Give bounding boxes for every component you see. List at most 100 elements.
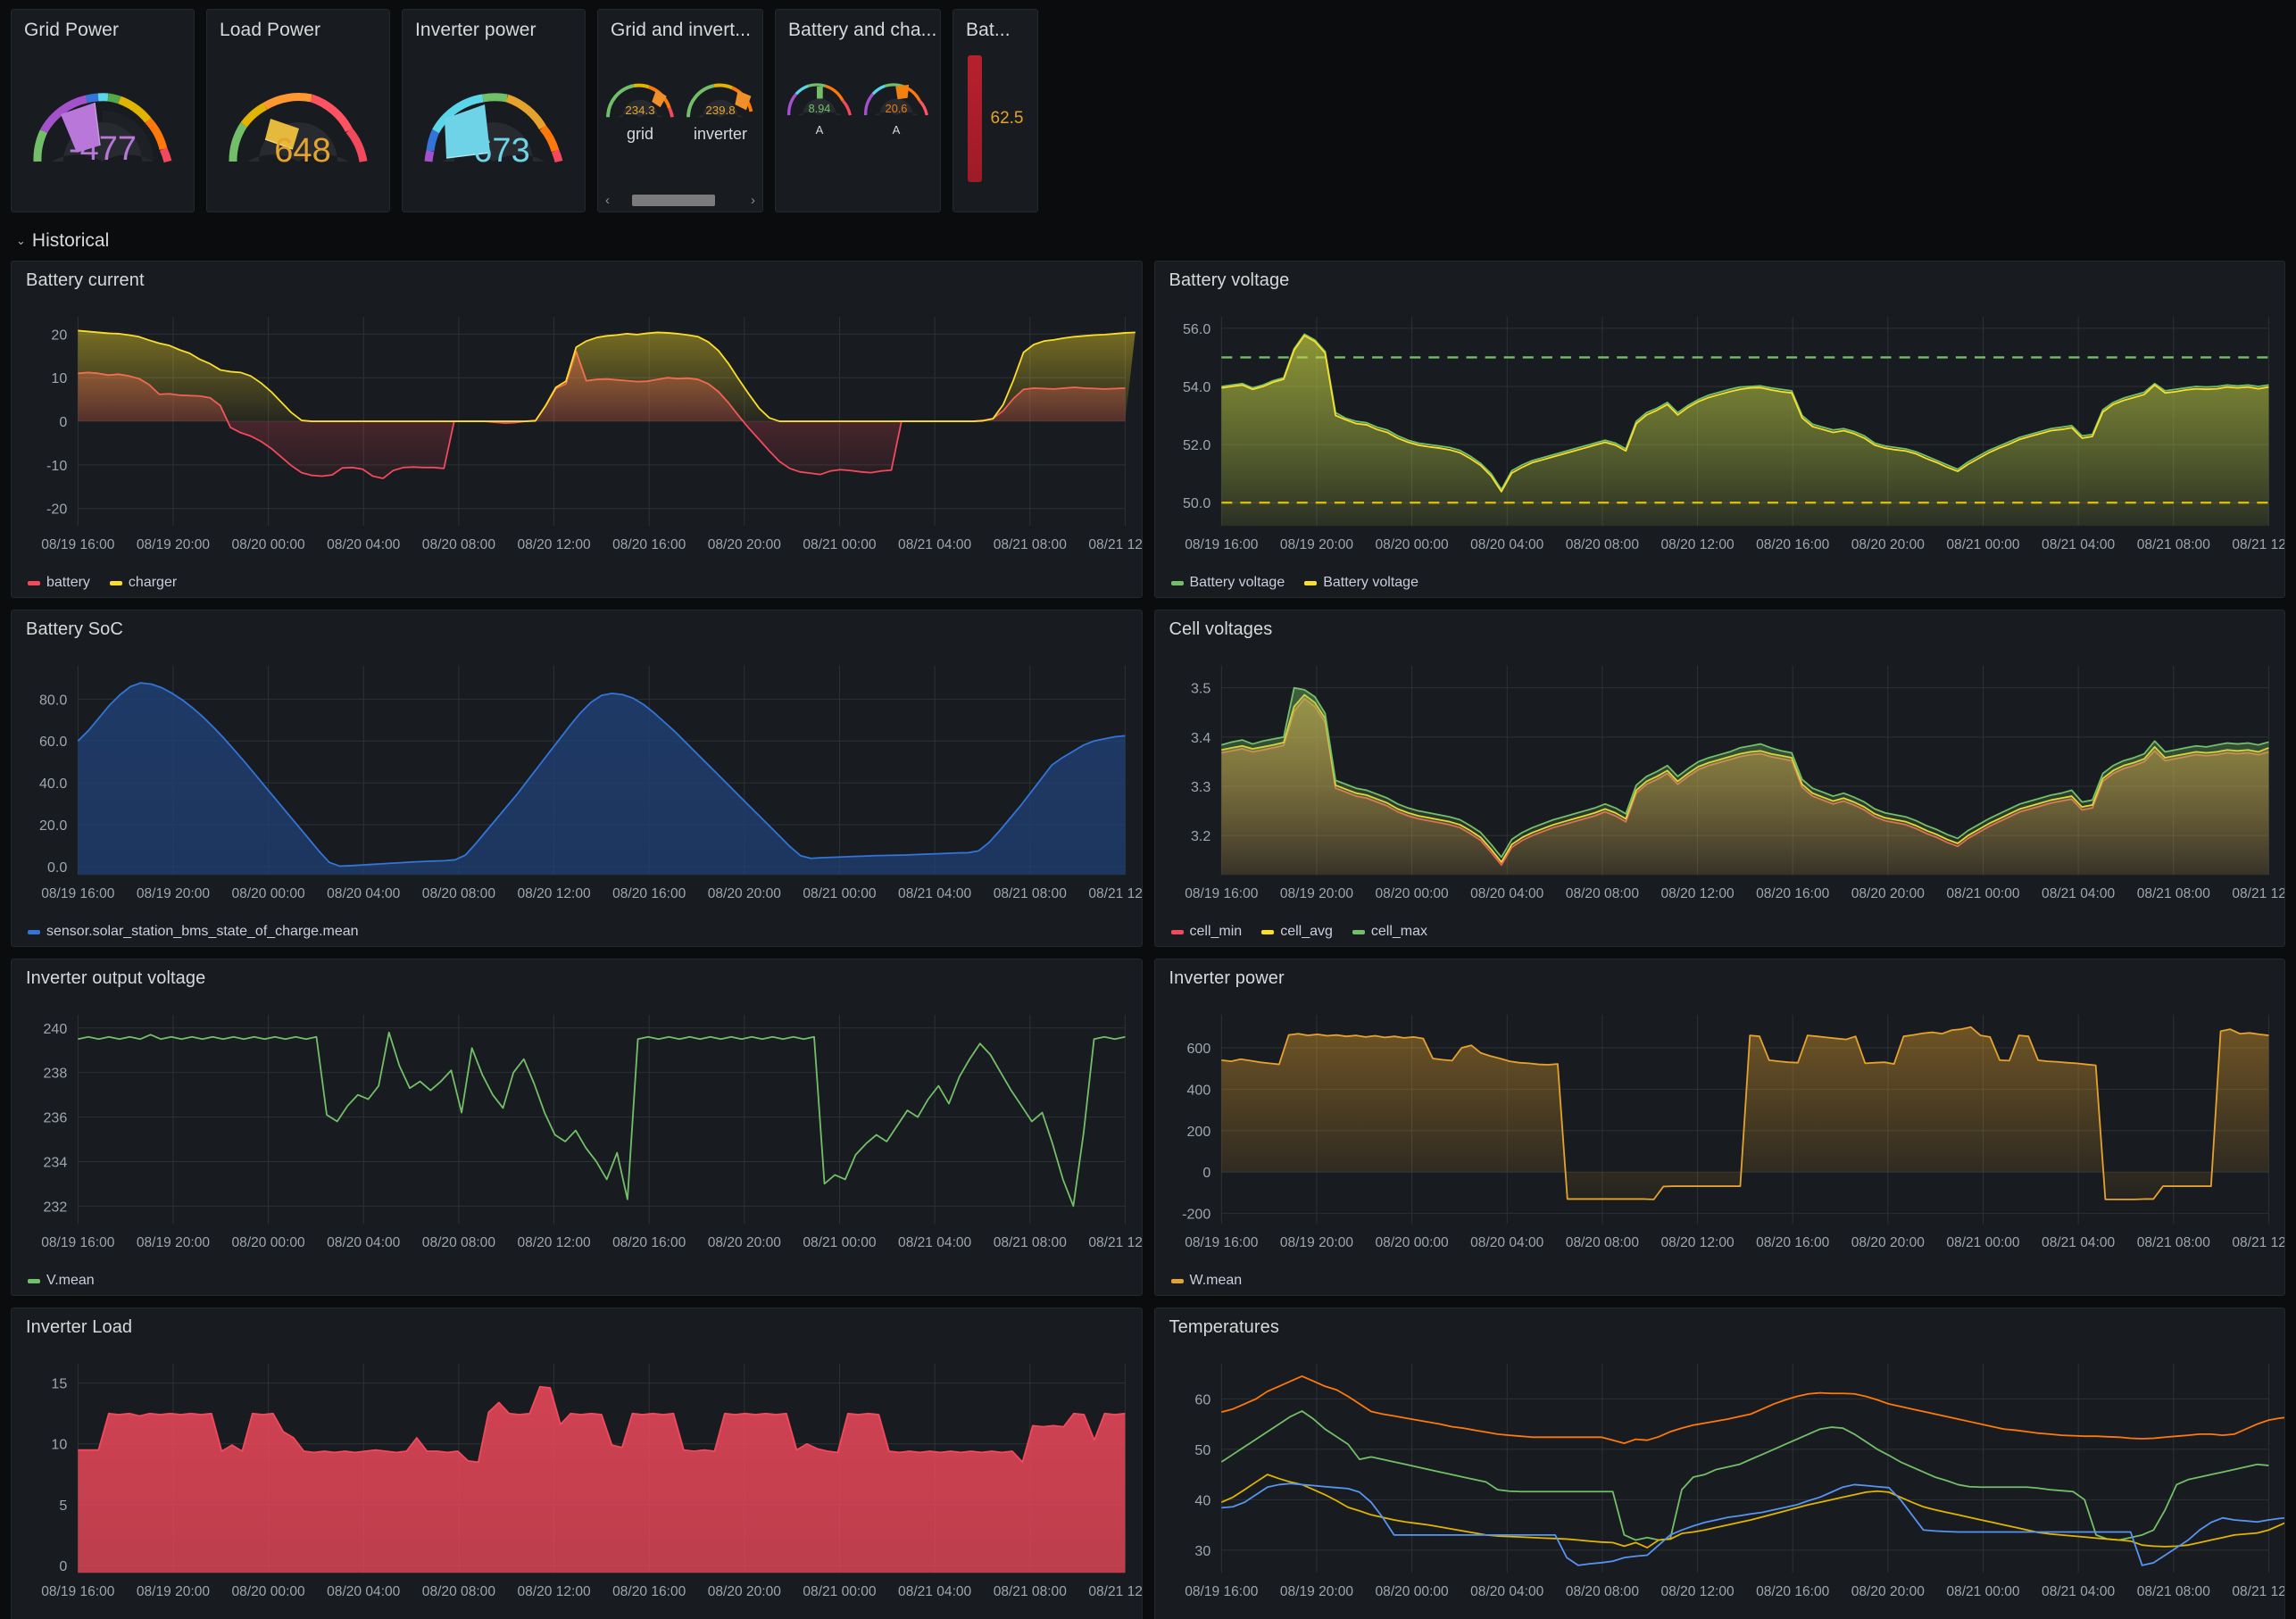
scroll-left-icon[interactable]: ‹ [605,194,610,207]
svg-text:08/20 00:00: 08/20 00:00 [232,1235,305,1250]
svg-text:08/21 12:00: 08/21 12:00 [1088,886,1141,901]
svg-text:08/20 08:00: 08/20 08:00 [422,1235,495,1250]
plot-area[interactable]: 30 40 50 60 08/19 16:00 08/19 20:00 08/20 00:0… [1155,1344,2284,1608]
plot-area[interactable]: -20 -10 0 10 20 08/19 16:00 08/19 20:00 08/20 0… [12,297,1142,561]
svg-text:08/19 20:00: 08/19 20:00 [137,537,210,552]
svg-text:10: 10 [51,371,67,386]
legend-item[interactable]: cell_avg [1261,924,1333,940]
svg-text:0: 0 [59,1559,67,1574]
svg-text:08/20 12:00: 08/20 12:00 [1660,537,1734,552]
panel-inverter-power[interactable]: Inverter power -200 0 200 400 600 08/19 16:00 0… [1153,959,2285,1296]
svg-text:08/20 16:00: 08/20 16:00 [612,537,686,552]
legend-label: Battery voltage [1189,575,1285,590]
plot-area[interactable]: 232 234 236 238 240 08/19 16:00 08/19 20:00 08/… [12,995,1142,1259]
chart-legend: W.mean [1170,1273,1242,1289]
row-header-label: Historical [31,230,110,251]
panel-inverter-load[interactable]: Inverter Load 0 5 10 15 08/19 16:00 08/19 20:0… [11,1308,1143,1619]
svg-text:08/20 00:00: 08/20 00:00 [1375,886,1448,901]
svg-text:08/21 00:00: 08/21 00:00 [1946,537,2019,552]
svg-text:56.0: 56.0 [1183,322,1210,337]
plot-area[interactable]: 0.0 20.0 40.0 60.0 80.0 08/19 16:00 08/19 20:0… [12,646,1142,910]
panel-title-battery-and-charger: Battery and cha... [788,20,937,40]
legend-item[interactable]: charger [109,575,177,591]
panel-load-power[interactable]: Load Power 648 [206,9,390,212]
battery-bar-value: 62.5 [990,109,1024,128]
svg-text:08/20 08:00: 08/20 08:00 [1565,1235,1638,1250]
panel-grid-power[interactable]: Grid Power -477 [11,9,195,212]
legend-item[interactable]: Battery voltage [1170,575,1285,591]
svg-text:08/19 16:00: 08/19 16:00 [1185,1235,1258,1250]
svg-text:08/19 20:00: 08/19 20:00 [1279,886,1352,901]
panel-battery-voltage[interactable]: Battery voltage 50.0 52.0 54.0 56.0 08/19 16:… [1153,261,2285,598]
panel-horizontal-scrollbar[interactable]: ‹ › [605,193,755,207]
legend-item[interactable]: W.mean [1170,1273,1242,1289]
legend-item[interactable]: Battery voltage [1304,575,1418,591]
svg-text:3.3: 3.3 [1190,780,1210,795]
svg-text:08/20 12:00: 08/20 12:00 [517,1235,590,1250]
svg-text:08/20 12:00: 08/20 12:00 [1660,886,1734,901]
svg-text:80.0: 80.0 [39,693,67,708]
battery-mini-gauge-svg: 8.94 [787,83,852,116]
plot-area[interactable]: 0 5 10 15 08/19 16:00 08/19 20:00 08/20 00:00 0… [12,1344,1142,1608]
svg-text:08/21 08:00: 08/21 08:00 [994,886,1067,901]
gauge-pair-grid-inverter: 234.3 grid 239.8 inverter [598,41,762,184]
series-line [1220,1474,2284,1548]
battery-bar-gauge: 62.5 [953,41,1037,193]
scroll-right-icon[interactable]: › [751,194,755,207]
svg-text:08/20 00:00: 08/20 00:00 [1375,537,1448,552]
svg-text:08/20 04:00: 08/20 04:00 [327,1584,400,1599]
svg-text:08/21 08:00: 08/21 08:00 [2136,1584,2209,1599]
scrollbar-track[interactable] [613,194,747,206]
scrollbar-thumb[interactable] [632,194,715,206]
plot-area[interactable]: -200 0 200 400 600 08/19 16:00 08/19 20:00 08/2… [1155,995,2284,1259]
chart-svg: -200 0 200 400 600 08/19 16:00 08/19 20:00 08/2… [1182,1014,2284,1250]
svg-text:3.4: 3.4 [1190,731,1210,746]
plot-area[interactable]: 3.2 3.3 3.4 3.5 08/19 16:00 08/19 20:00 08/20 … [1155,646,2284,910]
panel-temperatures[interactable]: Temperatures 30 40 50 60 08/19 16:00 08/19 20:… [1153,1308,2285,1619]
svg-text:08/19 20:00: 08/19 20:00 [137,886,210,901]
legend-item[interactable]: cell_max [1352,924,1427,940]
svg-text:08/20 16:00: 08/20 16:00 [1756,1584,1829,1599]
svg-text:08/20 04:00: 08/20 04:00 [1470,1235,1543,1250]
svg-text:08/20 08:00: 08/20 08:00 [422,886,495,901]
charger-mini-value: 20.6 [886,103,908,115]
panel-title: Inverter power [1169,968,1285,988]
panel-battery-soc[interactable]: Battery SoC 0.0 20.0 40.0 60.0 80.0 08/19 16:0… [11,610,1143,947]
inverter-power-gauge-svg: 673 [424,93,563,170]
svg-text:08/21 08:00: 08/21 08:00 [2136,1235,2209,1250]
svg-text:08/19 16:00: 08/19 16:00 [41,886,114,901]
legend-item[interactable]: V.mean [28,1273,95,1289]
svg-text:08/20 04:00: 08/20 04:00 [1470,886,1543,901]
legend-item[interactable]: cell_min [1170,924,1243,940]
panel-grid-and-inverter[interactable]: Grid and invert... 234.3 grid 239.8 inve… [597,9,763,212]
svg-text:08/20 16:00: 08/20 16:00 [1756,886,1829,901]
panel-battery-current[interactable]: Battery current -20 -10 0 10 20 08/19 16:00 08/… [11,261,1143,598]
panel-battery-and-charger[interactable]: Battery and cha... 8.94 A 20.6 A [775,9,941,212]
svg-text:15: 15 [51,1377,67,1392]
plot-area[interactable]: 50.0 52.0 54.0 56.0 08/19 16:00 08/19 20:00 08… [1155,297,2284,561]
legend-swatch-icon [1170,1278,1184,1283]
svg-text:08/21 12:00: 08/21 12:00 [1088,1584,1141,1599]
legend-item[interactable]: battery [28,575,90,591]
svg-text:08/21 12:00: 08/21 12:00 [2232,1584,2284,1599]
battery-bar-fill [967,55,982,182]
panel-title: Inverter Load [26,1317,133,1337]
svg-text:08/20 20:00: 08/20 20:00 [708,886,781,901]
svg-text:400: 400 [1186,1083,1210,1098]
svg-text:60.0: 60.0 [39,735,67,750]
svg-text:08/21 12:00: 08/21 12:00 [2232,886,2284,901]
row-header-historical[interactable]: ⌄ Historical [16,223,2285,259]
panel-inverter-power-gauge[interactable]: Inverter power 673 [402,9,586,212]
svg-text:08/20 20:00: 08/20 20:00 [1851,1235,1924,1250]
chart-svg: 232 234 236 238 240 08/19 16:00 08/19 20:00 08/… [41,1014,1142,1250]
svg-text:08/21 04:00: 08/21 04:00 [2042,886,2115,901]
legend-label: cell_min [1189,924,1243,939]
svg-text:08/21 04:00: 08/21 04:00 [2042,537,2115,552]
legend-item[interactable]: sensor.solar_station_bms_state_of_charge… [28,924,359,940]
panel-cell-voltages[interactable]: Cell voltages 3.2 3.3 3.4 3.5 08/19 16:00 08/1… [1153,610,2285,947]
panel-inverter-output-voltage[interactable]: Inverter output voltage 232 234 236 238 240 08… [11,959,1143,1296]
chevron-down-icon[interactable]: ⌄ [16,234,26,248]
panel-battery-bar[interactable]: Bat... 62.5 [953,9,1038,212]
legend-swatch-icon [1352,929,1365,934]
inverter-mini-value: 239.8 [705,104,735,117]
